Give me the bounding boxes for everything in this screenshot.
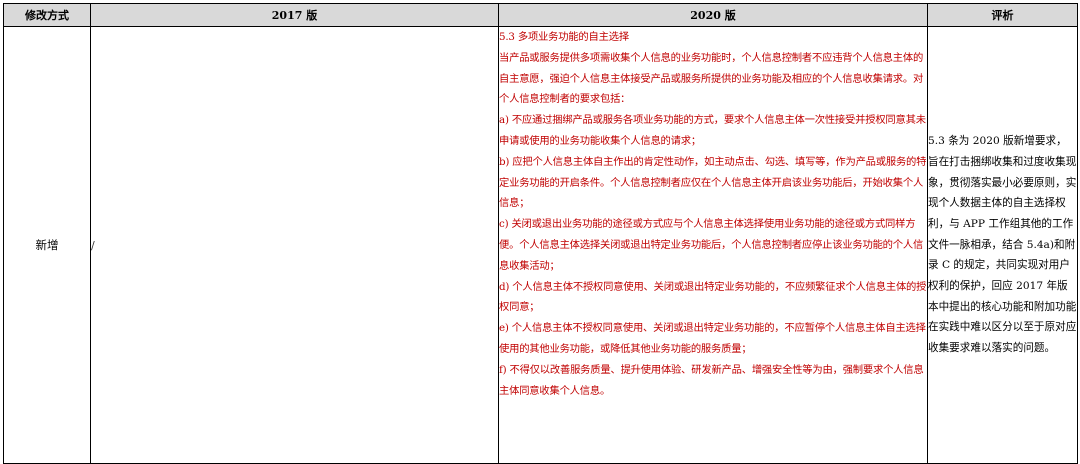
cell-2020: 5.3 多项业务功能的自主选择 当产品或服务提供多项需收集个人信息的业务功能时，… — [498, 26, 928, 464]
clause-item-d: d) 个人信息主体不授权同意使用、关闭或退出特定业务功能的，不应频繁征求个人信息… — [499, 280, 927, 314]
cell-method: 新增 — [3, 26, 91, 464]
header-row: 修改方式 2017 版 2020 版 评析 — [3, 3, 1078, 27]
cell-comment: 5.3 条为 2020 版新增要求，旨在打击捆绑收集和过度收集现象，贯彻落实最小… — [927, 26, 1078, 464]
clause-item-c: c) 关闭或退出业务功能的途径或方式应与个人信息主体选择使用业务功能的途径或方式… — [499, 218, 924, 272]
header-2020: 2020 版 — [498, 3, 928, 27]
clause-title: 5.3 多项业务功能的自主选择 — [499, 31, 629, 43]
cell-2017: / — [90, 26, 499, 464]
header-method: 修改方式 — [3, 3, 91, 27]
header-2017: 2017 版 — [90, 3, 499, 27]
table-row: 新增 / 5.3 多项业务功能的自主选择 当产品或服务提供多项需收集个人信息的业… — [3, 26, 1078, 464]
comparison-table: 修改方式 2017 版 2020 版 评析 新增 / 5.3 多项业务功能的自主… — [3, 3, 1078, 464]
clause-item-e: e) 个人信息主体不授权同意使用、关闭或退出特定业务功能的，不应暂停个人信息主体… — [499, 322, 926, 355]
clause-item-f: f) 不得仅以改善服务质量、提升使用体验、研发新产品、增强安全性等为由，强制要求… — [499, 363, 924, 397]
clause-item-a: a) 不应通过捆绑产品或服务各项业务功能的方式，要求个人信息主体一次性接受并授权… — [499, 114, 926, 147]
clause-item-b: b) 应把个人信息主体自主作出的肯定性动作，如主动点击、勾选、填写等，作为产品或… — [499, 155, 927, 210]
header-comment: 评析 — [927, 3, 1078, 27]
clause-intro: 当产品或服务提供多项需收集个人信息的业务功能时，个人信息控制者不应违背个人信息主… — [499, 51, 924, 106]
